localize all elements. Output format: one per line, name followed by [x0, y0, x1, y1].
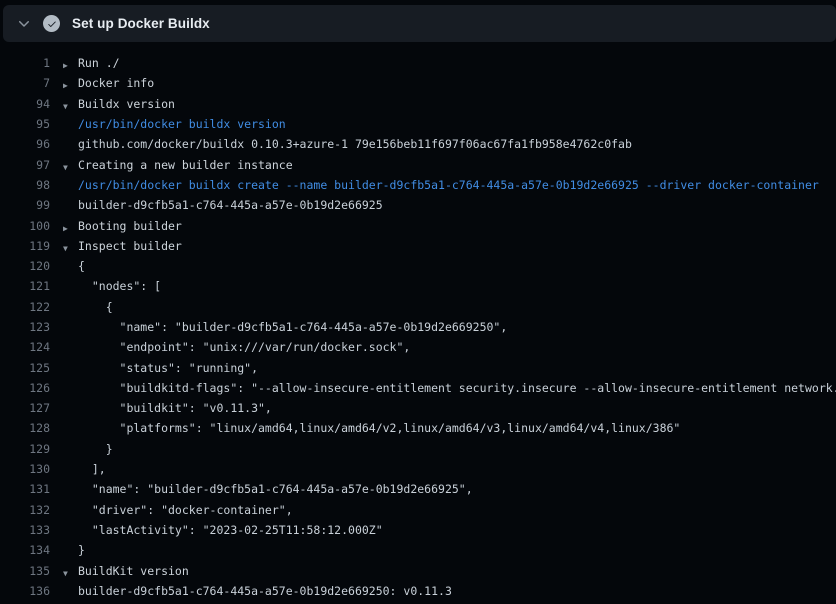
line-number[interactable]: 126 — [0, 381, 50, 395]
log-command-text: /usr/bin/docker buildx create --name bui… — [78, 178, 819, 192]
line-number[interactable]: 120 — [0, 259, 50, 273]
triangle-down-icon[interactable]: ▼ — [63, 97, 75, 117]
log-text: "buildkitd-flags": "--allow-insecure-ent… — [78, 381, 836, 395]
log-text: "nodes": [ — [78, 279, 161, 293]
log-row: 98/usr/bin/docker buildx create --name b… — [0, 175, 836, 195]
log-group-row[interactable]: 1 ▶Run ./ — [0, 53, 836, 73]
log-row: 122 { — [0, 297, 836, 317]
triangle-down-icon[interactable]: ▼ — [63, 158, 75, 178]
log-group-title[interactable]: ▶Run ./ — [78, 56, 120, 70]
log-group-row[interactable]: 7 ▶Docker info — [0, 73, 836, 93]
log-text: "buildkit": "v0.11.3", — [78, 401, 272, 415]
line-number[interactable]: 136 — [0, 584, 50, 598]
log-row: 124 "endpoint": "unix:///var/run/docker.… — [0, 337, 836, 357]
log-group-row[interactable]: 94 ▼Buildx version — [0, 94, 836, 114]
log-group-title[interactable]: ▶Booting builder — [78, 219, 182, 233]
line-number[interactable]: 127 — [0, 401, 50, 415]
line-number[interactable]: 132 — [0, 503, 50, 517]
chevron-down-icon[interactable] — [16, 16, 32, 32]
log-row: 99 builder-d9cfb5a1-c764-445a-a57e-0b19d2… — [0, 195, 836, 215]
line-number[interactable]: 7 — [0, 76, 50, 90]
line-number[interactable]: 129 — [0, 442, 50, 456]
triangle-right-icon[interactable]: ▶ — [63, 76, 75, 96]
check-circle-icon — [43, 15, 60, 32]
line-number[interactable]: 100 — [0, 219, 50, 233]
log-row: 131 "name": "builder-d9cfb5a1-c764-445a-… — [0, 479, 836, 499]
log-row: 127 "buildkit": "v0.11.3", — [0, 398, 836, 418]
line-number[interactable]: 97 — [0, 158, 50, 172]
log-row: 96 github.com/docker/buildx 0.10.3+azure-… — [0, 134, 836, 154]
log-text: } — [78, 543, 85, 557]
line-number[interactable]: 99 — [0, 198, 50, 212]
log-group-title[interactable]: ▼Inspect builder — [78, 239, 182, 253]
log-row: 136 builder-d9cfb5a1-c764-445a-a57e-0b19d… — [0, 581, 836, 601]
line-number[interactable]: 119 — [0, 239, 50, 253]
log-row: 123 "name": "builder-d9cfb5a1-c764-445a-… — [0, 317, 836, 337]
log-text: "status": "running", — [78, 361, 258, 375]
log-text: github.com/docker/buildx 0.10.3+azure-1 … — [78, 137, 632, 151]
log-text: { — [78, 300, 113, 314]
line-number[interactable]: 124 — [0, 340, 50, 354]
line-number[interactable]: 134 — [0, 543, 50, 557]
line-number[interactable]: 123 — [0, 320, 50, 334]
line-number[interactable]: 122 — [0, 300, 50, 314]
log-group-row[interactable]: 97 ▼Creating a new builder instance — [0, 154, 836, 174]
line-number[interactable]: 94 — [0, 97, 50, 111]
line-number[interactable]: 128 — [0, 421, 50, 435]
log-group-row[interactable]: 100 ▶Booting builder — [0, 215, 836, 235]
log-text: ], — [78, 462, 106, 476]
line-number[interactable]: 135 — [0, 564, 50, 578]
log-viewer: 1 ▶Run ./ 7 ▶Docker info 94 ▼Buildx version 95… — [0, 42, 836, 604]
log-text: } — [78, 442, 113, 456]
log-row: 120 { — [0, 256, 836, 276]
log-command-text: /usr/bin/docker buildx version — [78, 117, 286, 131]
step-header[interactable]: Set up Docker Buildx — [3, 5, 836, 42]
triangle-down-icon[interactable]: ▼ — [63, 239, 75, 259]
line-number[interactable]: 95 — [0, 117, 50, 131]
log-group-title[interactable]: ▶Docker info — [78, 76, 154, 90]
log-group-row[interactable]: 119 ▼Inspect builder — [0, 236, 836, 256]
log-row: 130 ], — [0, 459, 836, 479]
log-group-title[interactable]: ▼BuildKit version — [78, 564, 189, 578]
line-number[interactable]: 130 — [0, 462, 50, 476]
triangle-right-icon[interactable]: ▶ — [63, 219, 75, 239]
triangle-down-icon[interactable]: ▼ — [63, 564, 75, 584]
log-text: "name": "builder-d9cfb5a1-c764-445a-a57e… — [78, 320, 507, 334]
line-number[interactable]: 133 — [0, 523, 50, 537]
log-text: "lastActivity": "2023-02-25T11:58:12.000… — [78, 523, 383, 537]
log-lines: 1 ▶Run ./ 7 ▶Docker info 94 ▼Buildx version 95… — [0, 53, 836, 601]
line-number[interactable]: 98 — [0, 178, 50, 192]
line-number[interactable]: 96 — [0, 137, 50, 151]
line-number[interactable]: 125 — [0, 361, 50, 375]
log-row: 125 "status": "running", — [0, 357, 836, 377]
log-text: builder-d9cfb5a1-c764-445a-a57e-0b19d2e6… — [78, 584, 452, 598]
log-group-title[interactable]: ▼Creating a new builder instance — [78, 158, 293, 172]
log-row: 128 "platforms": "linux/amd64,linux/amd6… — [0, 418, 836, 438]
log-row: 121 "nodes": [ — [0, 276, 836, 296]
step-title: Set up Docker Buildx — [72, 16, 210, 31]
line-number[interactable]: 121 — [0, 279, 50, 293]
log-row: 133 "lastActivity": "2023-02-25T11:58:12… — [0, 520, 836, 540]
log-group-title[interactable]: ▼Buildx version — [78, 97, 175, 111]
triangle-right-icon[interactable]: ▶ — [63, 56, 75, 76]
log-text: "endpoint": "unix:///var/run/docker.sock… — [78, 340, 410, 354]
log-row: 95/usr/bin/docker buildx version — [0, 114, 836, 134]
log-text: "platforms": "linux/amd64,linux/amd64/v2… — [78, 421, 680, 435]
log-row: 129 } — [0, 439, 836, 459]
log-group-row[interactable]: 135 ▼BuildKit version — [0, 560, 836, 580]
log-row: 134} — [0, 540, 836, 560]
log-row: 126 "buildkitd-flags": "--allow-insecure… — [0, 378, 836, 398]
log-text: "driver": "docker-container", — [78, 503, 293, 517]
log-text: builder-d9cfb5a1-c764-445a-a57e-0b19d2e6… — [78, 198, 383, 212]
line-number[interactable]: 1 — [0, 56, 50, 70]
log-text: "name": "builder-d9cfb5a1-c764-445a-a57e… — [78, 482, 473, 496]
log-text: { — [78, 259, 85, 273]
log-row: 132 "driver": "docker-container", — [0, 500, 836, 520]
line-number[interactable]: 131 — [0, 482, 50, 496]
